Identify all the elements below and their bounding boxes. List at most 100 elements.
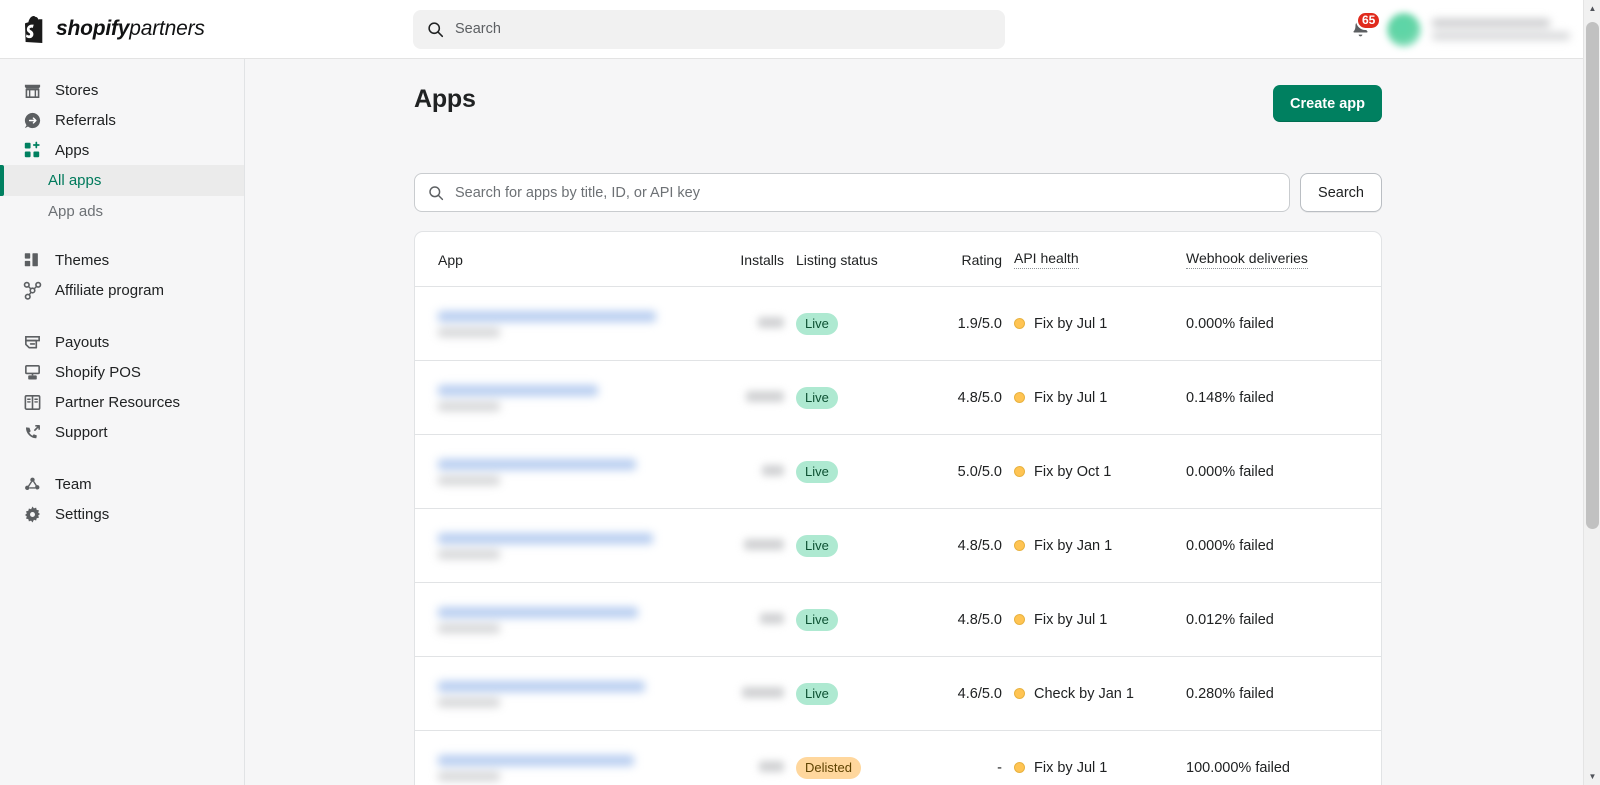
column-header-rating: Rating xyxy=(934,232,1014,287)
api-health-link[interactable]: Fix by Oct 1 xyxy=(1014,464,1186,480)
apps-search-input[interactable]: Search for apps by title, ID, or API key xyxy=(414,173,1291,212)
api-health-tooltip-label[interactable]: API health xyxy=(1014,250,1079,269)
create-app-button[interactable]: Create app xyxy=(1273,85,1382,122)
column-header-webhook-deliveries: Webhook deliveries xyxy=(1186,232,1381,287)
api-health-link[interactable]: Fix by Jul 1 xyxy=(1014,316,1186,332)
sidebar-item-partner-resources[interactable]: Partner Resources xyxy=(0,387,244,417)
table-row[interactable]: Live 4.6/5.0 Check by Jan 1 0.280% faile… xyxy=(415,656,1381,731)
status-badge: Live xyxy=(796,460,838,483)
cell-webhook-deliveries[interactable]: 0.000% failed xyxy=(1186,434,1381,509)
apps-table-body: Live 1.9/5.0 Fix by Jul 1 0.000% failed xyxy=(415,286,1381,785)
sidebar-item-referrals[interactable]: Referrals xyxy=(0,105,244,135)
table-row[interactable]: Live 4.8/5.0 Fix by Jul 1 0.012% failed xyxy=(415,582,1381,657)
cell-listing-status: Live xyxy=(796,582,934,657)
sidebar-item-all-apps[interactable]: All apps xyxy=(0,165,244,196)
api-health-link[interactable]: Fix by Jul 1 xyxy=(1014,760,1186,776)
cell-rating: 4.8/5.0 xyxy=(934,360,1014,435)
status-badge: Live xyxy=(796,386,838,409)
apps-search-button[interactable]: Search xyxy=(1300,173,1382,212)
sidebar-item-label: Team xyxy=(55,475,92,493)
table-row[interactable]: Live 1.9/5.0 Fix by Jul 1 0.000% failed xyxy=(415,286,1381,361)
sidebar-item-shopify-pos[interactable]: Shopify POS xyxy=(0,357,244,387)
cell-rating: 1.9/5.0 xyxy=(934,286,1014,361)
shopify-bag-icon xyxy=(25,15,43,43)
apps-grid-icon xyxy=(22,140,42,160)
warning-dot-icon xyxy=(1014,540,1025,551)
user-account-menu[interactable] xyxy=(1387,12,1582,47)
referral-chat-icon xyxy=(22,110,42,130)
sidebar-item-label: Partner Resources xyxy=(55,393,181,411)
sidebar-item-label: Referrals xyxy=(55,111,116,129)
api-health-text: Fix by Jul 1 xyxy=(1034,315,1108,332)
payouts-printer-icon xyxy=(22,332,42,352)
store-icon xyxy=(22,80,42,100)
app-name-redacted xyxy=(438,310,720,337)
apps-table: App Installs Listing status Rating API h… xyxy=(415,232,1381,785)
top-bar: shopifypartners Search 65 xyxy=(0,0,1600,59)
cell-listing-status: Live xyxy=(796,656,934,731)
cell-app-name[interactable] xyxy=(415,731,720,785)
global-search-input[interactable]: Search xyxy=(413,9,1005,49)
app-name-redacted xyxy=(438,532,720,559)
search-icon xyxy=(428,21,444,37)
cell-app-name[interactable] xyxy=(415,508,720,583)
sidebar-item-team[interactable]: Team xyxy=(0,469,244,499)
table-row[interactable]: Live 5.0/5.0 Fix by Oct 1 0.000% failed xyxy=(415,434,1381,509)
cell-app-name[interactable] xyxy=(415,656,720,731)
scroll-up-arrow-icon[interactable]: ▲ xyxy=(1584,0,1600,17)
api-health-link[interactable]: Check by Jan 1 xyxy=(1014,686,1186,702)
cell-webhook-deliveries[interactable]: 0.280% failed xyxy=(1186,656,1381,731)
cell-webhook-deliveries[interactable]: 0.012% failed xyxy=(1186,582,1381,657)
cell-listing-status: Live xyxy=(796,360,934,435)
scroll-down-arrow-icon[interactable]: ▼ xyxy=(1584,768,1600,785)
vertical-scrollbar[interactable]: ▲ ▼ xyxy=(1583,0,1600,785)
warning-dot-icon xyxy=(1014,466,1025,477)
sidebar-item-app-ads[interactable]: App ads xyxy=(0,196,244,227)
cell-webhook-deliveries[interactable]: 0.000% failed xyxy=(1186,286,1381,361)
themes-layout-icon xyxy=(22,250,42,270)
sidebar-item-stores[interactable]: Stores xyxy=(0,75,244,105)
status-badge: Live xyxy=(796,608,838,631)
cell-webhook-deliveries[interactable]: 0.148% failed xyxy=(1186,360,1381,435)
sidebar-item-apps[interactable]: Apps xyxy=(0,135,244,165)
cell-api-health: Check by Jan 1 xyxy=(1014,656,1186,731)
installs-redacted xyxy=(762,464,784,476)
sidebar-item-affiliate-program[interactable]: Affiliate program xyxy=(0,275,244,305)
api-health-link[interactable]: Fix by Jul 1 xyxy=(1014,390,1186,406)
table-row[interactable]: Delisted - Fix by Jul 1 100.000% failed xyxy=(415,731,1381,785)
sidebar-item-settings[interactable]: Settings xyxy=(0,499,244,529)
notifications-button[interactable]: 65 xyxy=(1347,10,1382,45)
table-row[interactable]: Live 4.8/5.0 Fix by Jan 1 0.000% failed xyxy=(415,508,1381,583)
shopify-partners-logo[interactable]: shopifypartners xyxy=(0,15,223,43)
status-badge: Live xyxy=(796,682,838,705)
table-row[interactable]: Live 4.8/5.0 Fix by Jul 1 0.148% failed xyxy=(415,360,1381,435)
sidebar-item-payouts[interactable]: Payouts xyxy=(0,327,244,357)
cell-app-name[interactable] xyxy=(415,434,720,509)
apps-table-head: App Installs Listing status Rating API h… xyxy=(415,232,1381,287)
api-health-link[interactable]: Fix by Jan 1 xyxy=(1014,538,1186,554)
cell-app-name[interactable] xyxy=(415,360,720,435)
cell-api-health: Fix by Oct 1 xyxy=(1014,434,1186,509)
webhook-deliveries-tooltip-label[interactable]: Webhook deliveries xyxy=(1186,250,1308,269)
page-header: Apps Create app xyxy=(245,59,1600,122)
main-content: Apps Create app Search for apps by title… xyxy=(245,59,1600,785)
warning-dot-icon xyxy=(1014,688,1025,699)
installs-redacted xyxy=(746,390,784,402)
status-badge: Delisted xyxy=(796,756,861,779)
cell-app-name[interactable] xyxy=(415,582,720,657)
installs-redacted xyxy=(760,612,784,624)
api-health-link[interactable]: Fix by Jul 1 xyxy=(1014,612,1186,628)
cell-app-name[interactable] xyxy=(415,286,720,361)
cell-webhook-deliveries[interactable]: 0.000% failed xyxy=(1186,508,1381,583)
sidebar-item-themes[interactable]: Themes xyxy=(0,245,244,275)
scrollbar-thumb[interactable] xyxy=(1586,22,1599,529)
api-health-text: Check by Jan 1 xyxy=(1034,685,1134,702)
installs-redacted xyxy=(742,686,784,698)
cell-rating: 4.6/5.0 xyxy=(934,656,1014,731)
sidebar-item-support[interactable]: Support xyxy=(0,417,244,447)
brand-primary: shopify xyxy=(56,17,130,40)
cell-webhook-deliveries[interactable]: 100.000% failed xyxy=(1186,731,1381,785)
